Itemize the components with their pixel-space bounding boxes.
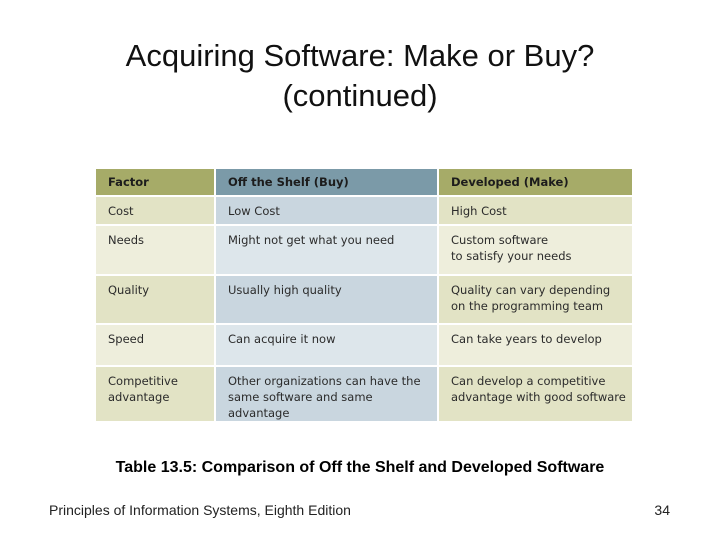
cell-make: High Cost [438, 196, 632, 226]
cell-make: Custom software to satisfy your needs [438, 225, 632, 276]
footer-book-title: Principles of Information Systems, Eight… [49, 502, 351, 518]
cell-make: Can develop a competitive advantage with … [438, 366, 632, 423]
table-caption: Table 13.5: Comparison of Off the Shelf … [115, 459, 605, 476]
table-header-row: Factor Off the Shelf (Buy) Developed (Ma… [96, 169, 632, 197]
cell-make: Can take years to develop [438, 324, 632, 367]
table-row: Quality Usually high quality Quality can… [96, 275, 632, 325]
cell-factor: Cost [96, 196, 216, 226]
table-row: Needs Might not get what you need Custom… [96, 225, 632, 276]
header-factor: Factor [96, 169, 216, 197]
cell-buy: Other organizations can have the same sof… [215, 366, 439, 423]
header-developed: Developed (Make) [438, 169, 632, 197]
cell-factor: Needs [96, 225, 216, 276]
comparison-table: Factor Off the Shelf (Buy) Developed (Ma… [96, 169, 632, 423]
table-row: Cost Low Cost High Cost [96, 196, 632, 226]
slide-title-line-1: Acquiring Software: Make or Buy? [125, 38, 595, 73]
cell-factor: Competitive advantage [96, 366, 216, 423]
cell-buy: Might not get what you need [215, 225, 439, 276]
cell-buy: Low Cost [215, 196, 439, 226]
slide-title-line-2: (continued) [282, 78, 438, 113]
page-number: 34 [654, 502, 670, 518]
cell-buy: Usually high quality [215, 275, 439, 325]
header-off-the-shelf: Off the Shelf (Buy) [215, 169, 439, 197]
table-row: Speed Can acquire it now Can take years … [96, 324, 632, 367]
cell-factor: Quality [96, 275, 216, 325]
cell-make: Quality can vary depending on the program… [438, 275, 632, 325]
slide-title: Acquiring Software: Make or Buy? (contin… [0, 36, 720, 116]
cell-factor: Speed [96, 324, 216, 367]
cell-buy: Can acquire it now [215, 324, 439, 367]
table-row: Competitive advantage Other organizations… [96, 366, 632, 423]
